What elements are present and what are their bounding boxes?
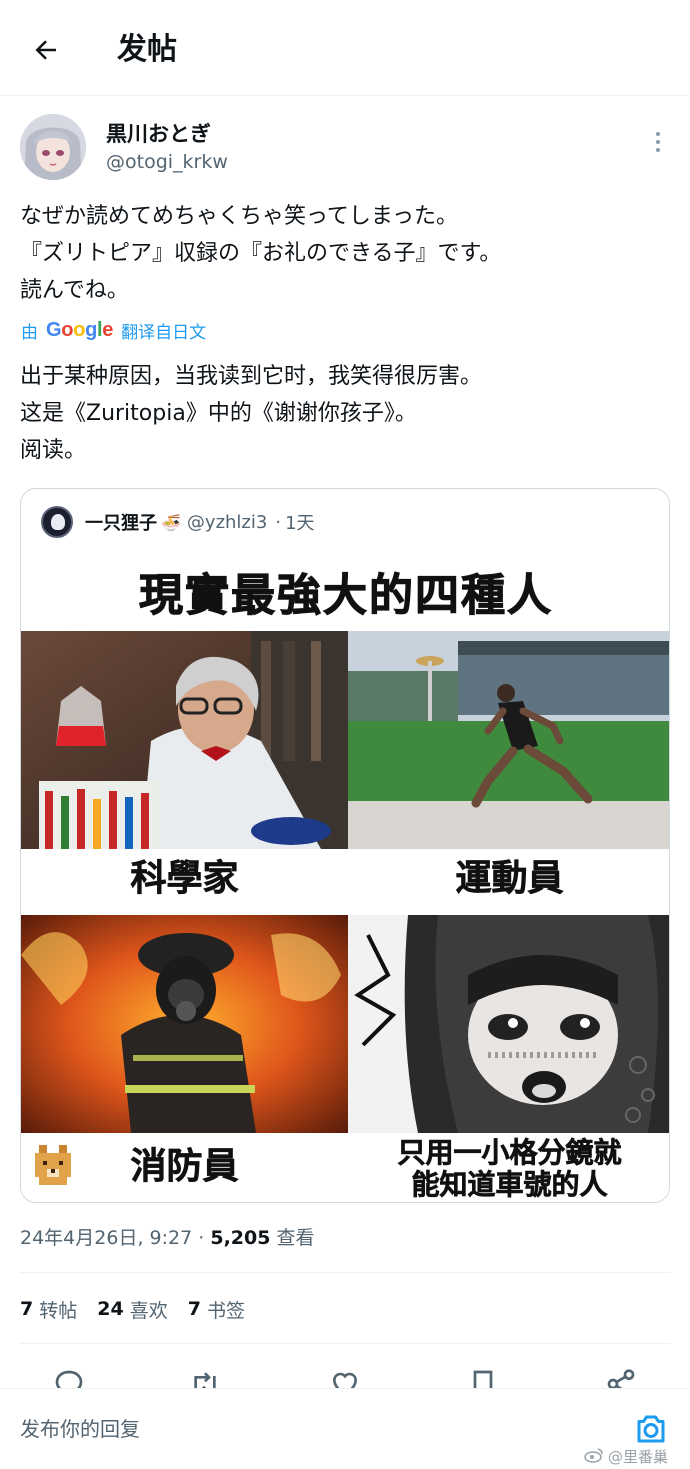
like-count[interactable]: 24 喜欢 [97,1296,167,1323]
reply-icon[interactable] [52,1368,86,1388]
tweet-text: なぜか読めてめちゃくちゃ笑ってしまった。 『ズリトピア』収録の『お礼のできる子』… [20,198,670,309]
meme-image[interactable]: 現實最強大的四種人 科學家 運動員 消防員 只用一小格分鏡就 能知道車號的人 [21,555,669,1202]
retweet-count[interactable]: 7 转帖 [20,1296,77,1323]
separator-dot: · [275,511,282,533]
bookmark-count[interactable]: 7 书签 [188,1296,245,1323]
author-avatar[interactable] [20,114,86,180]
weibo-icon [584,1447,604,1467]
caption-athlete: 運動員 [455,858,564,900]
author-handle[interactable]: @otogi_krkw [106,150,228,174]
divider [20,1272,670,1273]
bookmark-icon[interactable] [466,1368,500,1388]
reply-input[interactable]: 发布你的回复 [20,1415,140,1443]
watermark: @里番巢 [584,1446,668,1467]
translated-text: 出于某种原因，当我读到它时，我笑得很厉害。 这是《Zuritopia》中的《谢谢… [20,358,670,469]
action-bar [0,1362,690,1388]
caption-manga-line-2: 能知道車號的人 [411,1168,608,1201]
firefighter-photo [21,915,348,1133]
like-icon[interactable] [328,1368,362,1388]
top-bar: 发帖 [0,0,690,96]
athlete-photo [348,631,669,849]
caption-firefighter: 消防員 [130,1146,239,1188]
quote-time: 1天 [285,513,315,534]
tweet-line: 『ズリトピア』収録の『お礼のできる子』です。 [20,241,502,266]
back-arrow-icon[interactable] [26,30,66,70]
caption-manga-line-1: 只用一小格分鏡就 [397,1136,622,1169]
post-date: 24年4月26日, 9:27 [20,1227,193,1249]
view-count: 5,205 [210,1227,271,1249]
translated-line: 这是《Zuritopia》中的《谢谢你孩子》。 [20,401,417,426]
more-options-icon[interactable] [646,128,670,156]
translation-attribution[interactable]: 由 Google 翻译自日文 [21,318,207,343]
author-name[interactable]: 黒川おとぎ [106,120,211,148]
quote-avatar [41,506,73,538]
quote-author-handle: @yzhlzi3 [186,511,268,533]
scientist-photo [21,631,348,849]
engagement-stats: 7 转帖 24 喜欢 7 书签 [20,1294,265,1324]
quote-header: 一只狸子 🍜 @yzhlzi3 · 1天 [21,489,669,555]
watermark-text: @里番巢 [608,1448,669,1466]
translation-suffix: 翻译自日文 [121,322,207,343]
translated-line: 出于某种原因，当我读到它时，我笑得很厉害。 [20,364,483,389]
retweet-icon[interactable] [188,1368,222,1388]
manga-panel [348,915,669,1133]
google-logo: Google [46,318,114,341]
translation-prefix: 由 [21,322,38,343]
quote-author-name: 一只狸子 [85,513,157,534]
post-meta: 24年4月26日, 9:27 · 5,205 查看 [20,1224,315,1252]
translated-line: 阅读。 [20,438,87,463]
quoted-post[interactable]: 一只狸子 🍜 @yzhlzi3 · 1天 現實最強大的四種人 科學家 運動員 消… [20,488,670,1203]
caption-scientist: 科學家 [130,858,239,900]
tweet-line: 読んでね。 [20,278,129,303]
share-icon[interactable] [604,1368,638,1388]
separator-dot: · [198,1227,205,1249]
meme-title: 現實最強大的四種人 [139,570,553,622]
views-label: 查看 [276,1227,315,1249]
camera-icon[interactable] [633,1411,669,1447]
divider [20,1343,670,1344]
tweet-line: なぜか読めてめちゃくちゃ笑ってしまった。 [20,204,459,229]
ramen-emoji-icon: 🍜 [161,512,181,532]
page-title: 发帖 [117,32,177,67]
